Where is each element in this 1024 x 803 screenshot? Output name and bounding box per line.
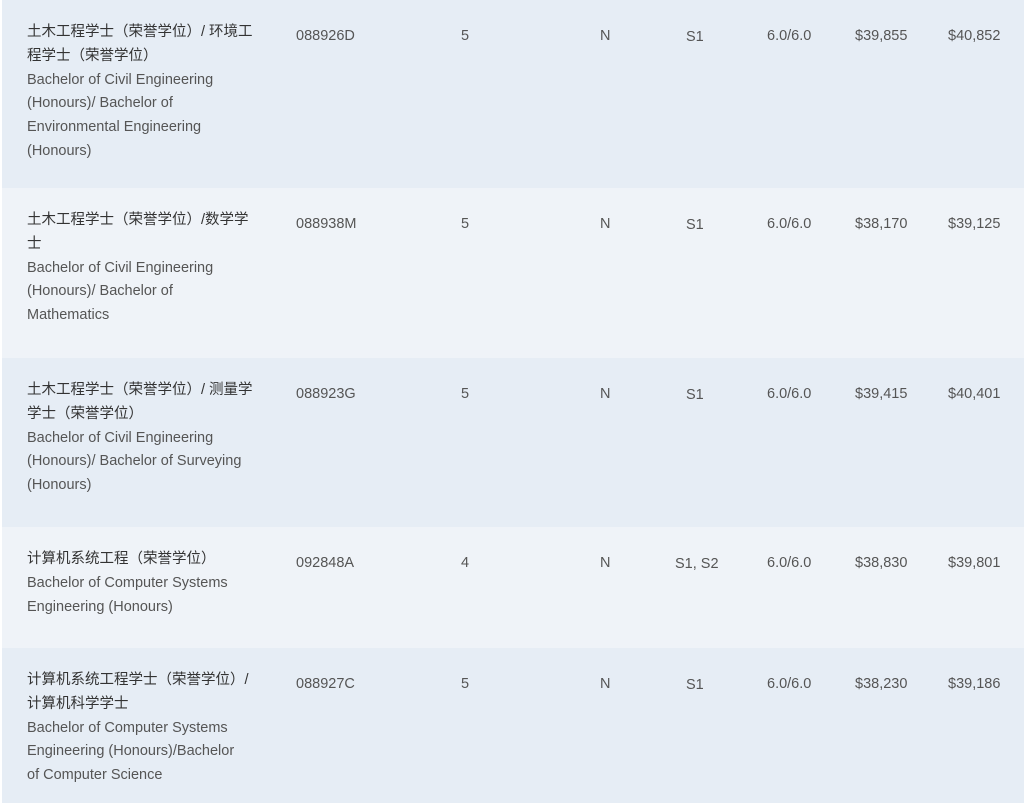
table-row: 计算机系统工程学士（荣誉学位）/ 计算机科学学士 Bachelor of Com…: [2, 648, 1024, 803]
course-name-cell: 土木工程学士（荣誉学位）/ 环境工程学士（荣誉学位） Bachelor of C…: [27, 21, 257, 164]
course-flag: N: [600, 386, 611, 402]
course-fee-2: $40,852: [948, 28, 1001, 44]
course-fee-1: $38,230: [855, 676, 908, 692]
course-ielts: 6.0/6.0: [767, 28, 812, 44]
course-fee-1: $39,415: [855, 386, 908, 402]
course-name-english-line: Bachelor of Civil Engineering: [27, 429, 214, 446]
table-row: 土木工程学士（荣誉学位）/ 测量学学士（荣誉学位） Bachelor of Ci…: [2, 358, 1024, 527]
course-flag: N: [600, 28, 611, 44]
course-code: 088938M: [296, 216, 357, 232]
course-ielts: 6.0/6.0: [767, 386, 812, 402]
course-code: 088926D: [296, 28, 355, 44]
course-name-english-line: Bachelor of Computer Systems: [27, 719, 228, 736]
course-code: 092848A: [296, 555, 355, 571]
course-name-cell: 土木工程学士（荣誉学位）/数学学士 Bachelor of Civil Engi…: [27, 209, 257, 328]
course-name-english-line: Mathematics: [27, 307, 110, 324]
course-code: 088927C: [296, 676, 355, 692]
course-semester: S1: [686, 387, 704, 403]
table-row: 土木工程学士（荣誉学位）/ 环境工程学士（荣誉学位） Bachelor of C…: [2, 0, 1024, 188]
course-years: 5: [461, 28, 470, 44]
course-code: 088923G: [296, 386, 356, 402]
table-row: 土木工程学士（荣誉学位）/数学学士 Bachelor of Civil Engi…: [2, 188, 1024, 358]
course-name-chinese: 土木工程学士（荣誉学位）/数学学士: [27, 212, 249, 252]
course-semester: S1: [686, 677, 704, 693]
course-semester: S1, S2: [675, 556, 719, 572]
course-name-english-line: Bachelor of Civil Engineering: [27, 259, 214, 276]
course-table: 土木工程学士（荣誉学位）/ 环境工程学士（荣誉学位） Bachelor of C…: [2, 0, 1024, 803]
course-name-english-line: (Honours)/ Bachelor of: [27, 95, 173, 112]
course-years: 5: [461, 216, 470, 232]
course-name-chinese: 计算机系统工程学士（荣誉学位）/ 计算机科学学士: [27, 672, 249, 712]
course-years: 5: [461, 676, 470, 692]
course-fee-1: $39,855: [855, 28, 908, 44]
course-ielts: 6.0/6.0: [767, 216, 812, 232]
course-flag: N: [600, 676, 611, 692]
course-name-cell: 计算机系统工程学士（荣誉学位）/ 计算机科学学士 Bachelor of Com…: [27, 669, 257, 788]
course-name-cell: 计算机系统工程（荣誉学位） Bachelor of Computer Syste…: [27, 548, 257, 619]
course-years: 5: [461, 386, 470, 402]
course-fee-2: $39,125: [948, 216, 1001, 232]
course-fee-1: $38,830: [855, 555, 908, 571]
course-name-english-line: Environmental Engineering: [27, 119, 202, 136]
course-name-english-line: Bachelor of Computer Systems: [27, 574, 228, 591]
course-semester: S1: [686, 29, 704, 45]
course-name-english-line: Engineering (Honours): [27, 598, 173, 615]
course-name-chinese: 计算机系统工程（荣誉学位）: [27, 551, 216, 567]
course-name-english-line: Bachelor of Civil Engineering: [27, 71, 214, 88]
course-name-cell: 土木工程学士（荣誉学位）/ 测量学学士（荣誉学位） Bachelor of Ci…: [27, 379, 257, 498]
course-flag: N: [600, 216, 611, 232]
course-semester: S1: [686, 217, 704, 233]
course-ielts: 6.0/6.0: [767, 676, 812, 692]
course-fee-2: $39,801: [948, 555, 1001, 571]
course-flag: N: [600, 555, 611, 571]
course-fee-1: $38,170: [855, 216, 908, 232]
course-name-chinese: 土木工程学士（荣誉学位）/ 测量学学士（荣誉学位）: [27, 382, 253, 422]
table-row: 计算机系统工程（荣誉学位） Bachelor of Computer Syste…: [2, 527, 1024, 648]
course-name-english-line: (Honours)/ Bachelor of Surveying: [27, 453, 242, 470]
course-name-english-line: of Computer Science: [27, 767, 163, 784]
course-name-english-line: (Honours)/ Bachelor of: [27, 283, 173, 300]
course-name-english-line: (Honours): [27, 142, 92, 159]
course-name-english-line: (Honours): [27, 477, 92, 494]
course-ielts: 6.0/6.0: [767, 555, 812, 571]
course-fee-2: $40,401: [948, 386, 1001, 402]
course-name-chinese: 土木工程学士（荣誉学位）/ 环境工程学士（荣誉学位）: [27, 24, 253, 64]
course-fee-2: $39,186: [948, 676, 1001, 692]
course-years: 4: [461, 555, 470, 571]
course-name-english-line: Engineering (Honours)/Bachelor: [27, 743, 235, 760]
